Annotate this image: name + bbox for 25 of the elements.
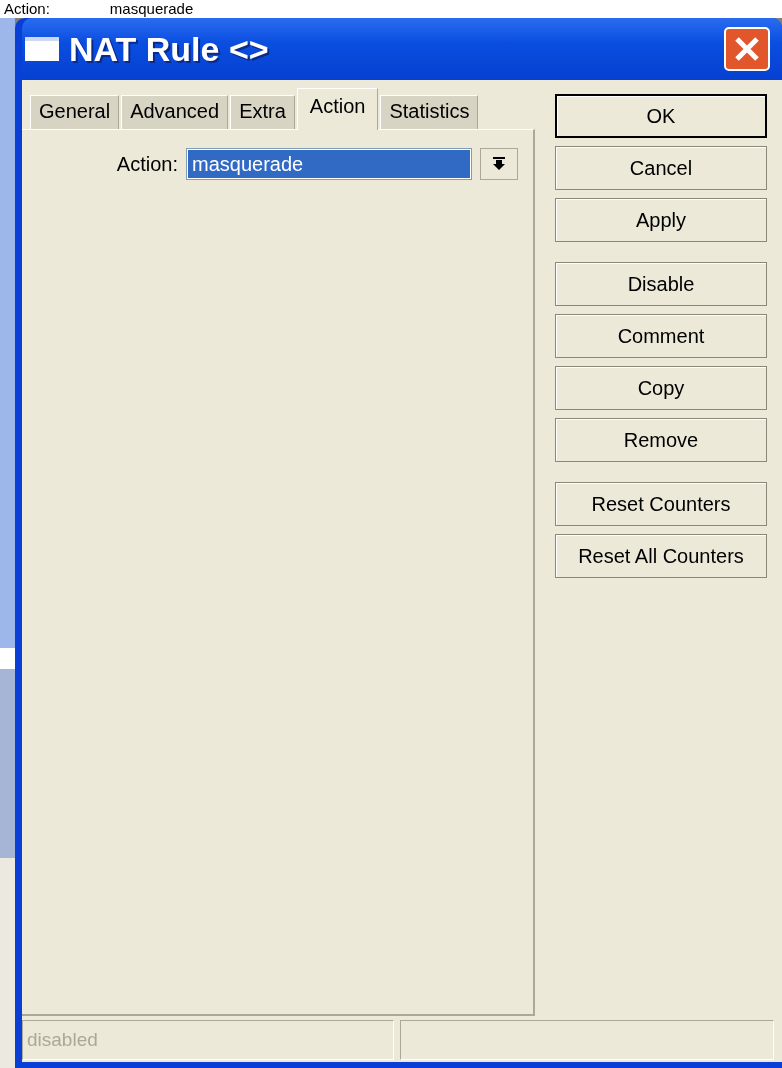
dialog-button[interactable]: Apply bbox=[555, 198, 767, 242]
tab[interactable]: General bbox=[30, 95, 120, 129]
dialog-button[interactable]: Comment bbox=[555, 314, 767, 358]
tab[interactable]: Action bbox=[296, 88, 379, 130]
tab[interactable]: Statistics bbox=[380, 95, 479, 129]
status-cell: disabled bbox=[22, 1020, 394, 1060]
window-icon bbox=[25, 37, 59, 61]
dialog-button[interactable]: Cancel bbox=[555, 146, 767, 190]
caption-label: Action: bbox=[4, 0, 50, 18]
caption-value: masquerade bbox=[109, 0, 194, 18]
dialog-button[interactable]: Reset Counters bbox=[555, 482, 767, 526]
dialog-button[interactable]: Remove bbox=[555, 418, 767, 462]
field-label: Action: bbox=[115, 152, 178, 176]
dropdown-icon bbox=[493, 157, 505, 171]
dialog-button[interactable]: Copy bbox=[555, 366, 767, 410]
tab[interactable]: Extra bbox=[230, 95, 295, 129]
dialog-button[interactable]: Disable bbox=[555, 262, 767, 306]
action-field[interactable]: masquerade bbox=[186, 148, 472, 180]
dialog-button[interactable]: Reset All Counters bbox=[555, 534, 767, 578]
close-button[interactable] bbox=[724, 27, 770, 71]
tab[interactable]: Advanced bbox=[121, 95, 229, 129]
close-icon bbox=[734, 36, 760, 62]
dialog-button[interactable]: OK bbox=[555, 94, 767, 138]
window-title: NAT Rule <> bbox=[69, 29, 270, 69]
dropdown-button[interactable] bbox=[480, 148, 518, 180]
